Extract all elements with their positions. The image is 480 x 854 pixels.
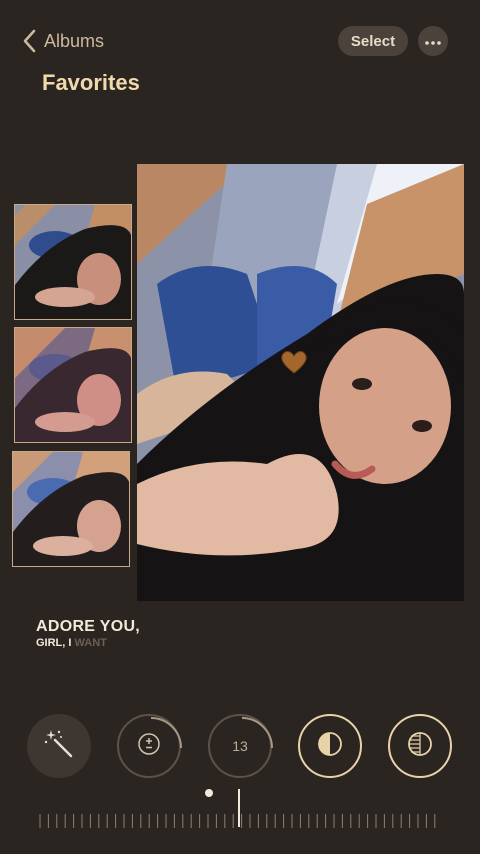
top-bar: Albums Select [0,0,480,60]
chevron-left-icon [22,29,36,53]
caption-line-2-faded: WANT [74,637,107,649]
featured-photo[interactable] [137,164,464,601]
caption-line-2-text: GIRL, I [36,637,72,649]
auto-enhance-button[interactable] [27,714,91,778]
photo-thumbnail[interactable] [14,327,132,443]
more-button[interactable] [418,26,448,56]
back-button[interactable]: Albums [22,28,104,54]
photo-caption: ADORE YOU, GIRL, I WANT [36,618,140,649]
half-circle-icon [317,731,343,762]
select-button[interactable]: Select [338,26,408,56]
black-and-white-button[interactable] [388,714,452,778]
back-label: Albums [44,30,105,51]
value-dial-button[interactable]: 13 [208,714,273,778]
slider-zero-dot [205,789,213,797]
caption-line-1: ADORE YOU, [36,618,141,635]
heart-icon [281,351,307,374]
magic-wand-icon [43,728,75,765]
ellipsis-icon [425,32,441,50]
caption-line-2: GIRL, I WANT [36,637,140,649]
exposure-button[interactable] [117,714,182,778]
page-title: Favorites [42,70,140,95]
photo-thumbnail[interactable] [12,451,130,567]
striped-half-circle-icon [407,731,433,762]
photo-thumbnail[interactable] [14,204,132,320]
adjustment-ruler[interactable] [0,812,480,832]
contrast-button[interactable] [298,714,362,778]
